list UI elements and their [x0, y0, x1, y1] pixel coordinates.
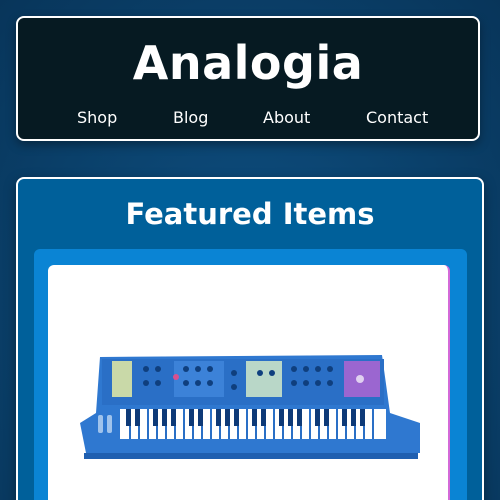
featured-title: Featured Items	[125, 197, 375, 231]
featured-section: Featured Items	[16, 177, 484, 500]
nav-contact[interactable]: Contact	[366, 106, 428, 130]
nav-blog[interactable]: Blog	[173, 106, 208, 130]
product-card[interactable]	[48, 265, 450, 500]
site-header: Analogia Shop Blog About Contact	[16, 16, 480, 141]
nav-shop[interactable]: Shop	[77, 106, 117, 130]
main-nav: Shop Blog About Contact	[18, 106, 478, 130]
synthesizer-icon[interactable]	[76, 353, 422, 463]
featured-carousel	[34, 249, 467, 500]
nav-about[interactable]: About	[263, 106, 310, 130]
site-logo[interactable]: Analogia	[18, 35, 478, 91]
